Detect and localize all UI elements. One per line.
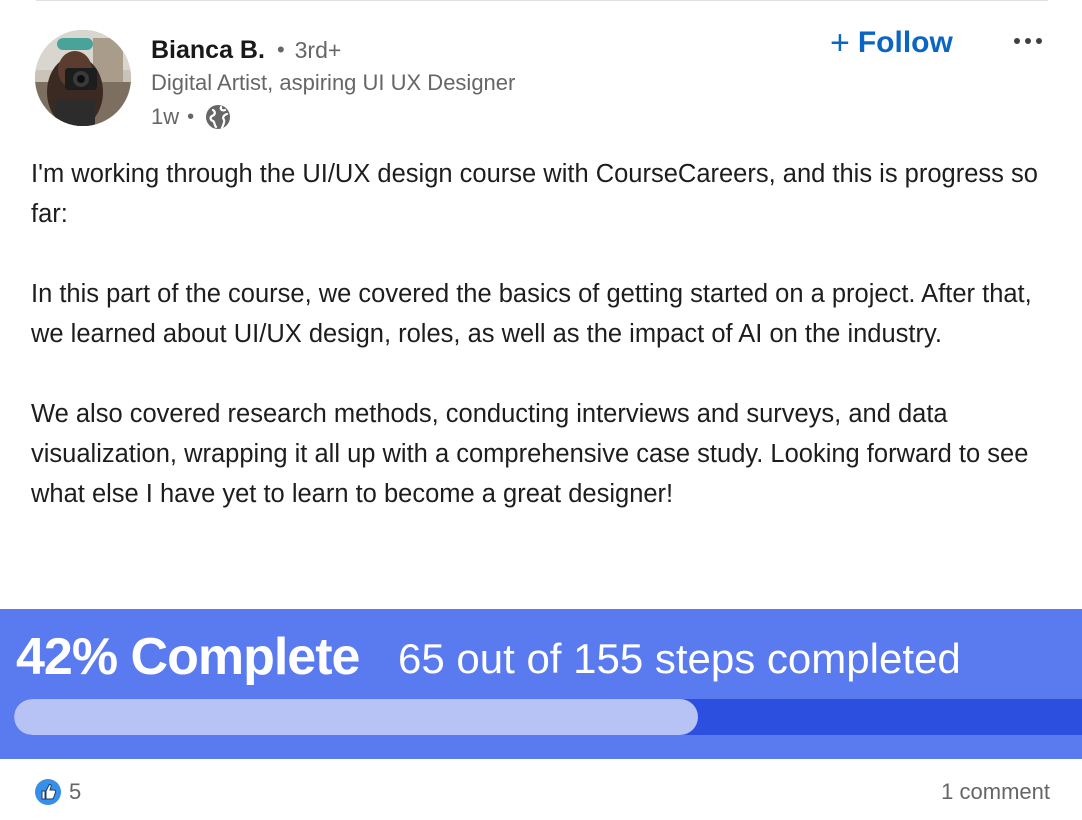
reaction-count: 5: [69, 779, 82, 804]
reactions-count-button[interactable]: 5: [34, 776, 81, 808]
globe-icon: [204, 103, 232, 131]
post-paragraph: In this part of the course, we covered t…: [31, 280, 1032, 348]
author-name-row: Bianca B. • 3rd+: [151, 33, 341, 67]
author-avatar[interactable]: [35, 30, 131, 126]
post-body: I'm working through the UI/UX design cou…: [31, 154, 1061, 514]
progress-image[interactable]: 42% Complete 65 out of 155 steps complet…: [0, 609, 1082, 759]
post-meta: 1w •: [151, 102, 232, 132]
plus-icon: +: [830, 24, 850, 62]
progress-track: [14, 699, 1082, 735]
more-options-button[interactable]: [1008, 26, 1048, 56]
post-paragraph: I'm working through the UI/UX design cou…: [31, 160, 1038, 228]
steps-completed-label: 65 out of 155 steps completed: [398, 635, 961, 682]
more-horizontal-icon: [1014, 38, 1042, 44]
progress-fill: [14, 699, 698, 735]
percent-complete-label: 42% Complete: [16, 628, 360, 686]
comments-count-link[interactable]: 1 comment: [941, 776, 1050, 808]
author-name[interactable]: Bianca B.: [151, 36, 265, 65]
separator-dot: •: [276, 37, 285, 62]
connection-degree: 3rd+: [294, 36, 342, 63]
avatar-photo: [35, 30, 131, 126]
author-headline: Digital Artist, aspiring UI UX Designer: [151, 70, 516, 95]
follow-button[interactable]: + Follow: [830, 22, 953, 64]
top-divider: [36, 0, 1048, 1]
separator-dot: •: [187, 105, 195, 128]
post-time: 1w: [151, 104, 180, 129]
post-paragraph: We also covered research methods, conduc…: [31, 400, 1029, 508]
like-icon: [34, 778, 62, 806]
follow-label: Follow: [857, 26, 953, 59]
